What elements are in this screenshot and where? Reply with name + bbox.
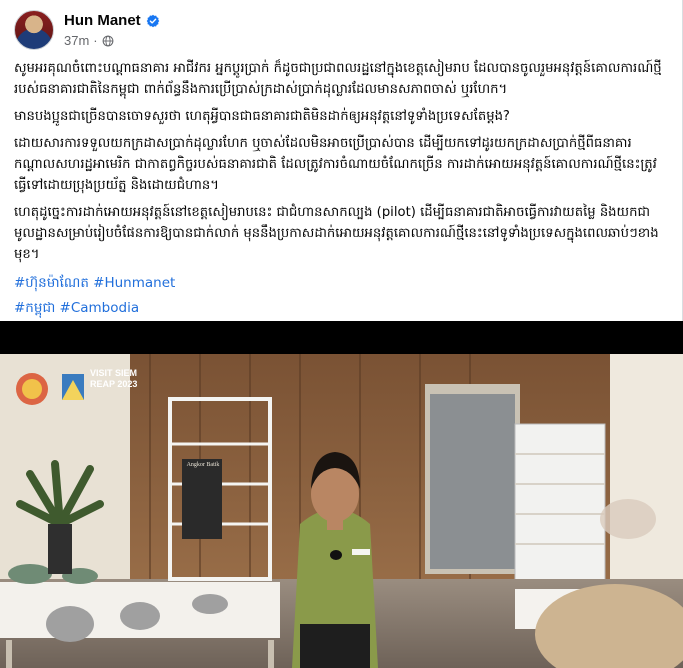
post-card: Hun Manet 37m · សូមអរគុណចំពោះបណ្ដាធនាគារ… [0, 0, 683, 668]
author-name[interactable]: Hun Manet [64, 12, 141, 29]
post-paragraph-4: ហេតុដូច្នេះការដាក់អោយអនុវត្តន៍នៅខេត្តសៀម… [14, 205, 659, 262]
author-name-row: Hun Manet [64, 12, 160, 29]
post-paragraph-2: មានបងប្អូនជាច្រើនបានចោទសួរថា ហេតុអ្វីបាន… [14, 109, 510, 124]
hashtag-cambodia[interactable]: #Cambodia [60, 300, 140, 316]
post-text: សូមអរគុណចំពោះបណ្ដាធនាគារ អាជីវករ អ្នកប្ដ… [14, 58, 668, 321]
post-timestamp[interactable]: 37m [64, 33, 89, 48]
post-header: Hun Manet 37m · [14, 10, 654, 52]
hashtag-row-1: #ហ៊ុនម៉ាណែត #Hunmanet [14, 271, 668, 296]
hashtag-row-2: #កម្ពុជា #Cambodia [14, 296, 668, 321]
globe-icon[interactable] [102, 35, 114, 47]
post-paragraph-1: សូមអរគុណចំពោះបណ្ដាធនាគារ អាជីវករ អ្នកប្ដ… [14, 61, 662, 97]
hashtag-cambodia-khmer[interactable]: #កម្ពុជា [14, 300, 55, 316]
meta-separator: · [93, 33, 98, 48]
hashtag-hunmanet[interactable]: #Hunmanet [93, 275, 175, 291]
post-video[interactable]: VISIT SIEM REAP 2023 Angkor Batik [0, 321, 683, 668]
post-paragraph-3: ដោយសារការទទួលយកក្រដាសប្រាក់ដុល្លារហែក ឬច… [14, 136, 657, 193]
video-overlay-logo: VISIT SIEM REAP 2023 [90, 368, 138, 389]
video-sign-text: Angkor Batik [186, 462, 220, 468]
author-avatar[interactable] [14, 10, 54, 50]
video-frame [0, 354, 683, 668]
verified-badge-icon [146, 14, 159, 27]
post-meta: 37m · [64, 33, 114, 48]
hashtag-hunmanet-khmer[interactable]: #ហ៊ុនម៉ាណែត [14, 275, 89, 291]
